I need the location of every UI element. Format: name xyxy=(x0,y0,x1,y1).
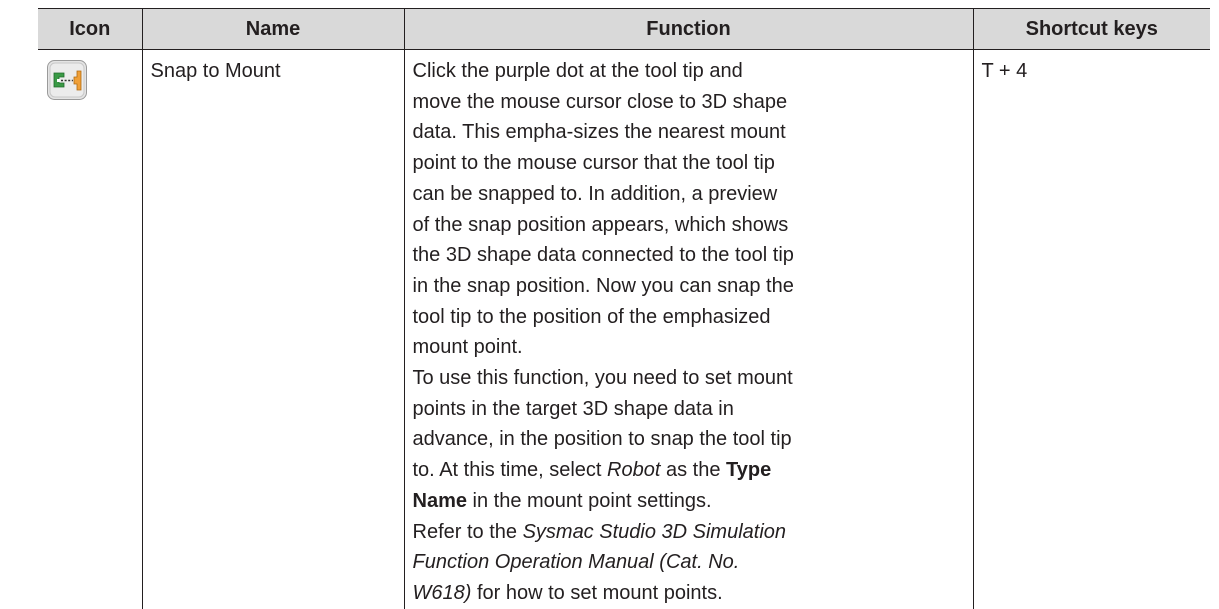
function-paragraph-1: Click the purple dot at the tool tip and… xyxy=(412,60,794,359)
para3-text-a: Refer to the xyxy=(412,520,523,543)
snap-to-mount-icon xyxy=(47,60,87,100)
para3-text-b: for how to set mount points. xyxy=(471,581,723,604)
function-name: Snap to Mount xyxy=(150,60,281,82)
header-icon: Icon xyxy=(38,8,143,50)
function-description: Click the purple dot at the tool tip and… xyxy=(405,50,805,609)
robot-term: Robot xyxy=(607,459,661,482)
header-function: Function xyxy=(403,8,974,50)
function-cell: Click the purple dot at the tool tip and… xyxy=(403,49,974,609)
header-name: Name xyxy=(141,8,405,50)
table-row: Snap to Mount Click the purple dot at th… xyxy=(38,49,1210,609)
function-paragraph-2: To use this function, you need to set mo… xyxy=(413,363,797,517)
para2-text-b: as the xyxy=(660,459,727,482)
header-shortcut-keys: Shortcut keys xyxy=(972,8,1210,50)
name-cell: Snap to Mount xyxy=(141,49,405,609)
function-table: Icon Name Function Shortcut keys Snap to… xyxy=(38,8,1210,609)
icon-cell xyxy=(38,49,143,609)
shortcut-keys: T + 4 xyxy=(981,60,1028,82)
shortcut-cell: T + 4 xyxy=(972,49,1210,609)
header-row: Icon Name Function Shortcut keys xyxy=(38,8,1210,50)
table-header: Icon Name Function Shortcut keys xyxy=(38,8,1210,50)
para2-text-c: in the mount point settings. xyxy=(466,489,712,512)
